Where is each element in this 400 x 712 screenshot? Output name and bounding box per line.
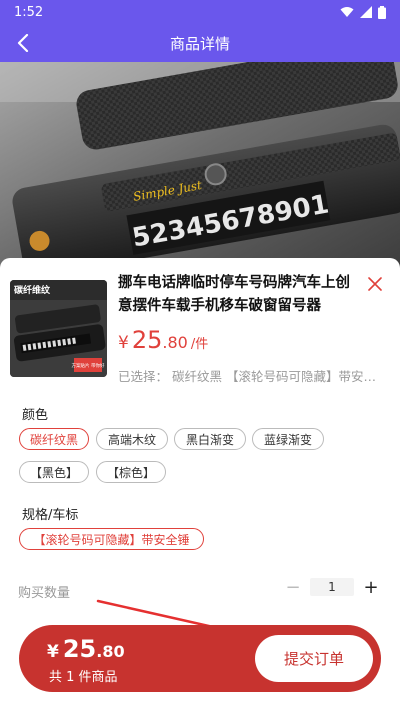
spec-section-label: 规格/车标 — [22, 508, 79, 523]
color-option-black[interactable]: 【黑色】 — [19, 461, 89, 483]
color-option-blue-green[interactable]: 蓝绿渐变 — [252, 428, 324, 450]
footer-price-decimal: .80 — [96, 642, 125, 661]
status-icons — [340, 5, 386, 19]
page-title: 商品详情 — [169, 34, 230, 53]
thumb-label: 碳纤维纹 — [14, 286, 51, 296]
back-arrow-icon — [17, 34, 29, 52]
price-unit: /件 — [190, 337, 209, 352]
product-hero-image: 52345678901 Simple Just — [0, 62, 400, 282]
signal-icon — [360, 6, 372, 18]
price-symbol: ¥ — [118, 333, 129, 353]
nav-bar: 商品详情 — [0, 24, 400, 62]
product-price: ¥ 25 .80 /件 — [118, 326, 208, 354]
quantity-label: 购买数量 — [18, 586, 71, 601]
checkout-bar: ¥ 25 .80 共 1 件商品 提交订单 — [19, 625, 381, 692]
thumb-tag: 方案贴片 带你好 — [72, 362, 105, 369]
footer-price-symbol: ¥ — [47, 642, 59, 662]
footer-price-integer: 25 — [62, 635, 97, 663]
footer-item-count: 共 1 件商品 — [49, 670, 118, 685]
color-option-brown[interactable]: 【棕色】 — [96, 461, 166, 483]
submit-order-button[interactable]: 提交订单 — [255, 635, 373, 682]
status-time: 1:52 — [14, 4, 44, 20]
color-option-black-white[interactable]: 黑白渐变 — [174, 428, 246, 450]
quantity-increase-button[interactable]: + — [362, 576, 380, 598]
price-decimal: .80 — [162, 333, 188, 352]
quantity-decrease-button[interactable]: − — [284, 576, 302, 598]
footer-price: ¥ 25 .80 — [47, 635, 125, 663]
close-icon — [368, 277, 382, 291]
spec-option-hidden-number[interactable]: 【滚轮号码可隐藏】带安全锤 — [19, 528, 204, 550]
product-title: 挪车电话牌临时停车号码牌汽车上创意摆件车载手机移车破窗留号器 — [118, 275, 350, 314]
quantity-value[interactable]: 1 — [310, 578, 354, 596]
battery-icon — [378, 5, 386, 19]
price-integer: 25 — [131, 326, 163, 354]
status-bar: 1:52 — [0, 0, 400, 24]
color-option-carbon-black[interactable]: 碳纤纹黑 — [19, 428, 89, 450]
back-button[interactable] — [10, 30, 36, 56]
wifi-icon — [340, 7, 354, 17]
close-button[interactable] — [364, 273, 386, 295]
color-section-label: 颜色 — [22, 408, 49, 423]
selected-summary: 已选择： 碳纤纹黑 【滚轮号码可隐藏】带安全锤 — [118, 369, 386, 384]
product-thumbnail: 方案贴片 带你好 碳纤维纹 — [10, 280, 107, 377]
color-option-wood[interactable]: 高端木纹 — [96, 428, 168, 450]
